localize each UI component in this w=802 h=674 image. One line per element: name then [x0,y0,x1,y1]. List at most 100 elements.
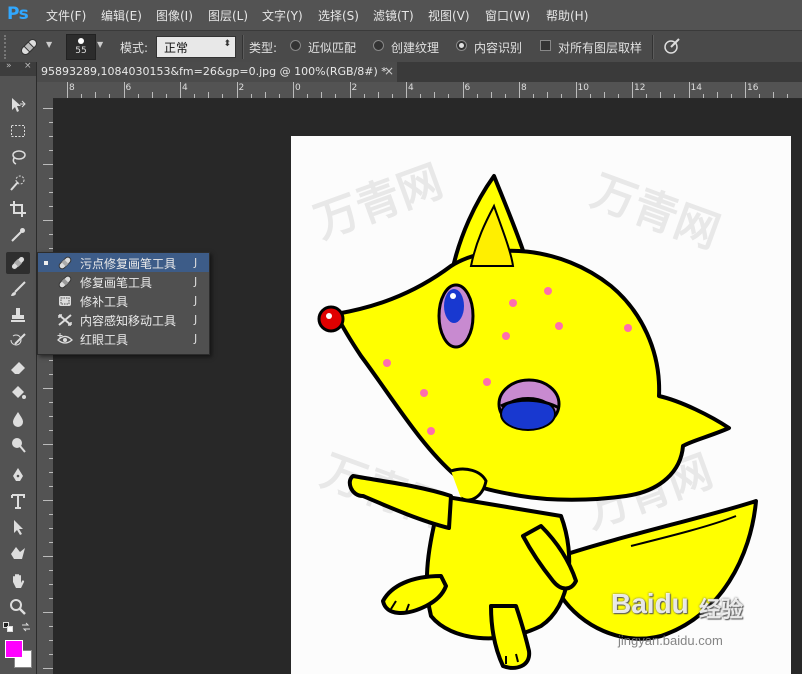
document-tab[interactable]: 95893289,1084030153&fm=26&gp=0.jpg @ 100… [37,62,397,82]
ruler-tick [674,94,676,98]
baidu-suffix: 经验 [699,598,744,623]
menu-help[interactable]: 帮助(H) [546,7,588,24]
eraser-icon [11,362,25,374]
vertical-ruler[interactable] [37,98,53,674]
marquee-tool[interactable] [6,120,30,142]
healing-tools-flyout: 污点修复画笔工具 J 修复画笔工具 J 修补工具 J 内容感知移动工具 J 红眼… [37,252,210,355]
tools-panel: » × [0,61,37,674]
separator [652,35,654,59]
type-create-texture[interactable]: 创建纹理 [391,39,439,56]
radio-proximity-match[interactable] [290,40,301,51]
zoom-tool[interactable] [6,596,30,618]
menu-view[interactable]: 视图(V) [428,7,470,24]
mode-value: 正常 [164,41,189,55]
crop-tool[interactable] [6,198,30,220]
flyout-patch-tool[interactable]: 修补工具 J [38,291,209,310]
move-icon [12,98,26,112]
eyedropper-tool[interactable] [6,224,30,246]
swap-colors-icon[interactable] [21,622,31,632]
menu-file[interactable]: 文件(F) [46,7,86,24]
pressure-size-button[interactable] [662,36,682,56]
ruler-tick [603,92,605,98]
radio-create-texture[interactable] [373,40,384,51]
flyout-label: 修复画笔工具 [80,276,153,290]
horizontal-ruler[interactable]: 8 6 4 2 0 2 4 6 8 10 12 14 16 [53,82,802,99]
menu-type[interactable]: 文字(Y) [262,7,303,24]
sample-all-layers-checkbox[interactable] [540,40,551,51]
ruler-tick [391,94,393,98]
quick-select-icon [10,175,25,191]
bucket-icon [12,386,26,399]
type-content-aware[interactable]: 内容识别 [474,39,522,56]
toolbar-header[interactable]: » × [0,61,36,76]
foreground-color-swatch[interactable] [5,640,23,658]
ruler-tick [490,92,492,98]
flyout-shortcut: J [194,332,198,345]
default-colors-icon[interactable] [3,622,13,632]
red-eye-icon [57,333,73,344]
move-tool[interactable] [6,94,30,116]
paint-bucket-tool[interactable] [6,382,30,404]
baidu-url: jingyan.baidu.com [618,633,723,648]
brush-size-picker[interactable]: 55 [66,34,96,60]
menu-select[interactable]: 选择(S) [318,7,359,24]
menu-layer[interactable]: 图层(L) [208,7,248,24]
eraser-tool[interactable] [6,356,30,378]
brush-tool[interactable] [6,278,30,300]
bandage-icon [10,255,26,271]
history-brush-tool[interactable] [6,330,30,352]
clone-stamp-tool[interactable] [6,304,30,326]
radio-content-aware[interactable] [456,40,467,51]
ruler-tick [222,94,224,98]
tool-preset-picker[interactable] [18,36,40,58]
brush-dot-icon [78,38,84,44]
options-grip[interactable] [4,35,14,59]
ruler-label: 12 [634,83,646,93]
ruler-tick [660,92,662,98]
ruler-tick [250,94,252,98]
quick-selection-tool[interactable] [6,172,30,194]
ruler-label: 0 [295,83,301,93]
flyout-content-aware-move[interactable]: 内容感知移动工具 J [38,310,209,329]
flyout-red-eye[interactable]: 红眼工具 J [38,329,209,348]
menu-filter[interactable]: 滤镜(T) [373,7,414,24]
blur-tool[interactable] [6,408,30,430]
close-tab-icon[interactable]: × [384,64,394,78]
ruler-tick [180,82,181,98]
ruler-label: 4 [408,83,414,93]
document-title: 95893289,1084030153&fm=26&gp=0.jpg @ 100… [41,65,387,78]
document-canvas[interactable]: 万青网 万青网 万青网 万青网 [291,136,791,674]
ruler-tick [363,94,365,98]
ruler-tick [43,108,53,109]
spot-healing-brush-tool[interactable] [6,252,30,274]
type-tool[interactable] [6,490,30,512]
preset-dropdown-arrow[interactable]: ▼ [46,40,52,49]
hand-tool[interactable] [6,570,30,592]
ruler-label: 2 [238,83,245,93]
sample-all-layers-label[interactable]: 对所有图层取样 [558,39,642,56]
flyout-spot-healing-brush[interactable]: 污点修复画笔工具 J [38,253,209,272]
ruler-origin[interactable] [37,82,53,98]
brush-dropdown-arrow[interactable]: ▼ [97,40,103,49]
type-proximity-match[interactable]: 近似匹配 [308,39,356,56]
separator [242,35,244,59]
ruler-tick [420,94,422,98]
path-selection-tool[interactable] [6,516,30,538]
close-panel-icon: × [24,61,32,71]
crop-icon [10,201,26,217]
ruler-label: 10 [577,83,589,93]
mode-select[interactable]: 正常 ⬍ [156,36,236,58]
flyout-healing-brush[interactable]: 修复画笔工具 J [38,272,209,291]
ruler-tick [688,82,690,98]
menu-window[interactable]: 窗口(W) [485,7,530,24]
ruler-tick [462,82,464,98]
hand-icon [13,574,25,588]
menu-edit[interactable]: 编辑(E) [101,7,142,24]
ruler-tick [406,82,407,98]
lasso-tool[interactable] [6,146,30,168]
pen-tool[interactable] [6,464,30,486]
menu-image[interactable]: 图像(I) [156,7,193,24]
dodge-tool[interactable] [6,434,30,456]
custom-shape-tool[interactable] [6,542,30,564]
ruler-tick [43,668,53,669]
